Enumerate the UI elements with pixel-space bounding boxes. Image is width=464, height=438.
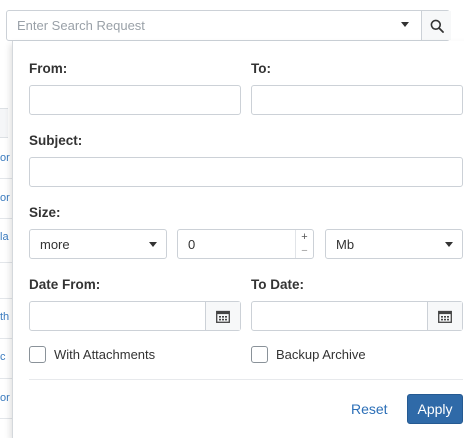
backup-archive-checkbox[interactable]: Backup Archive xyxy=(251,346,366,363)
subject-label: Subject: xyxy=(29,133,83,148)
background-list-item: th xyxy=(0,311,10,323)
checkbox-box[interactable] xyxy=(29,346,46,363)
chevron-down-icon[interactable] xyxy=(401,22,409,27)
size-unit-select[interactable]: Mb xyxy=(325,229,463,259)
date-from-calendar-button[interactable] xyxy=(205,302,240,330)
background-list-item: la xyxy=(0,231,9,243)
to-input[interactable] xyxy=(252,86,462,114)
size-unit-value: Mb xyxy=(336,237,355,252)
to-date-label: To Date: xyxy=(251,277,304,292)
date-from-input[interactable] xyxy=(30,302,204,330)
calendar-icon xyxy=(216,310,230,323)
chevron-down-icon xyxy=(149,242,157,247)
calendar-icon xyxy=(438,310,452,323)
footer-divider xyxy=(29,379,463,380)
background-list-item: or xyxy=(0,392,10,404)
backup-archive-label: Backup Archive xyxy=(276,347,366,362)
checkbox-box[interactable] xyxy=(251,346,268,363)
subject-input[interactable] xyxy=(30,158,462,186)
apply-button[interactable]: Apply xyxy=(407,394,463,424)
search-icon xyxy=(430,19,444,33)
reset-button[interactable]: Reset xyxy=(351,401,388,417)
date-from-field[interactable] xyxy=(29,301,241,331)
stepper-buttons: + − xyxy=(295,230,313,258)
divider xyxy=(0,298,12,299)
to-date-field[interactable] xyxy=(251,301,463,331)
background-list-item: or xyxy=(0,152,10,164)
increment-button[interactable]: + xyxy=(296,230,313,244)
date-from-label: Date From: xyxy=(29,277,101,292)
search-bar xyxy=(6,10,451,41)
divider xyxy=(0,338,12,339)
background-list-item: or xyxy=(0,192,10,204)
background-list-item: c xyxy=(0,351,6,363)
divider xyxy=(0,218,12,219)
search-input[interactable] xyxy=(7,11,413,40)
size-comparator-value: more xyxy=(40,237,70,252)
advanced-search-panel: From: To: Subject: Size: more 0 + − Mb D… xyxy=(12,41,464,438)
to-label: To: xyxy=(251,61,271,76)
with-attachments-checkbox[interactable]: With Attachments xyxy=(29,346,155,363)
from-label: From: xyxy=(29,61,68,76)
background-list-header xyxy=(0,108,8,138)
subject-field[interactable] xyxy=(29,157,463,187)
decrement-button[interactable]: − xyxy=(296,244,313,258)
divider xyxy=(0,418,12,419)
size-comparator-select[interactable]: more xyxy=(29,229,167,259)
divider xyxy=(0,178,12,179)
to-field[interactable] xyxy=(251,85,463,115)
to-date-calendar-button[interactable] xyxy=(427,302,462,330)
from-field[interactable] xyxy=(29,85,241,115)
divider xyxy=(0,262,12,263)
from-input[interactable] xyxy=(30,86,240,114)
size-value-stepper[interactable]: 0 + − xyxy=(177,229,314,259)
size-value: 0 xyxy=(188,237,196,252)
size-label: Size: xyxy=(29,205,61,220)
search-button[interactable] xyxy=(421,11,451,40)
with-attachments-label: With Attachments xyxy=(54,347,156,362)
divider xyxy=(0,378,12,379)
to-date-input[interactable] xyxy=(252,302,426,330)
chevron-down-icon xyxy=(445,242,453,247)
